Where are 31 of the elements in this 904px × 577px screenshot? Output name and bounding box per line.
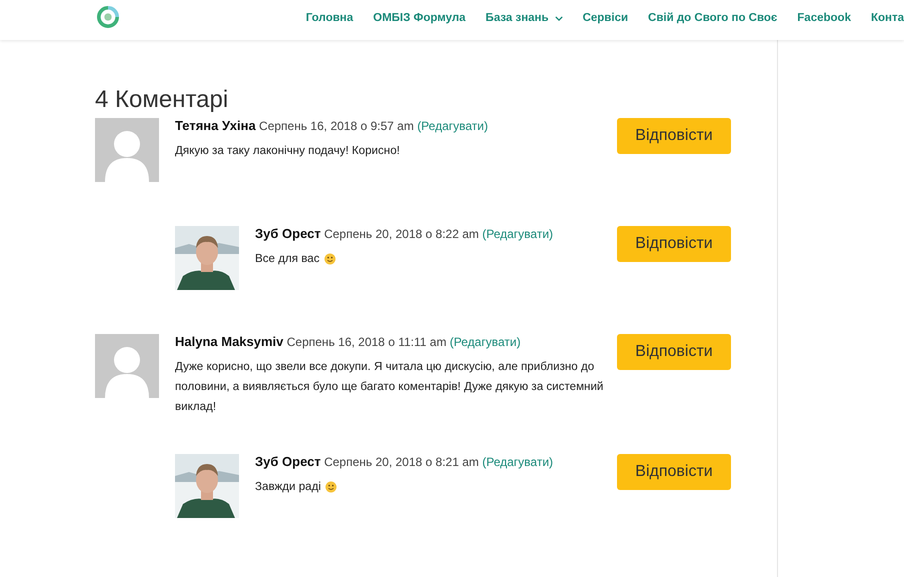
nav-link[interactable]: ОМБІЗ Формула — [373, 12, 466, 24]
nav-link[interactable]: Facebook — [797, 12, 851, 24]
comment-date: Серпень 16, 2018 о 11:11 am — [286, 335, 446, 349]
comment-author: Зуб Орест — [255, 454, 321, 469]
edit-link[interactable]: (Редагувати) — [482, 227, 554, 241]
comment-text: Завжди раді — [255, 479, 321, 495]
comment-text: Все для вас — [255, 251, 320, 267]
reply-button[interactable]: Відповісти — [617, 226, 731, 262]
nav-link[interactable]: Сервіси — [582, 12, 628, 24]
reply-button[interactable]: Відповісти — [617, 454, 731, 490]
comment-author: Зуб Орест — [255, 226, 321, 241]
comments-heading: 4 Коментарі — [95, 86, 230, 114]
nav-link[interactable]: Головна — [306, 12, 354, 24]
reply-button[interactable]: Відповісти — [617, 334, 731, 370]
nav-link[interactable]: Свій до Свого по Своє — [648, 12, 778, 24]
avatar-placeholder-icon — [95, 118, 159, 182]
logo-icon[interactable] — [97, 6, 119, 28]
nav-link[interactable]: Конта — [870, 12, 904, 24]
comment-date: Серпень 20, 2018 о 8:22 am — [324, 227, 479, 241]
comment-date: Серпень 20, 2018 о 8:21 am — [324, 455, 479, 469]
edit-link[interactable]: (Редагувати) — [450, 335, 521, 349]
comment-text: Дуже корисно, що звели все докупи. Я читала цю дискусію, але приблизно до половини, а виявляється було ще багато коментарів! Дуже дякую за системний виклад! — [175, 359, 604, 415]
comment-text: Дякую за таку лаконічну подачу! Корисно! — [175, 143, 400, 159]
nav-link[interactable]: База знань — [486, 12, 563, 24]
edit-link[interactable]: (Редагувати) — [482, 455, 554, 469]
comment-author: Halyna Maksymiv — [175, 334, 284, 349]
comment-date: Серпень 16, 2018 о 9:57 am — [259, 119, 414, 133]
avatar-placeholder-icon — [95, 334, 159, 398]
edit-link[interactable]: (Редагувати) — [417, 119, 488, 133]
reply-button[interactable]: Відповісти — [617, 118, 731, 154]
comment-author: Тетяна Ухіна — [175, 118, 256, 133]
